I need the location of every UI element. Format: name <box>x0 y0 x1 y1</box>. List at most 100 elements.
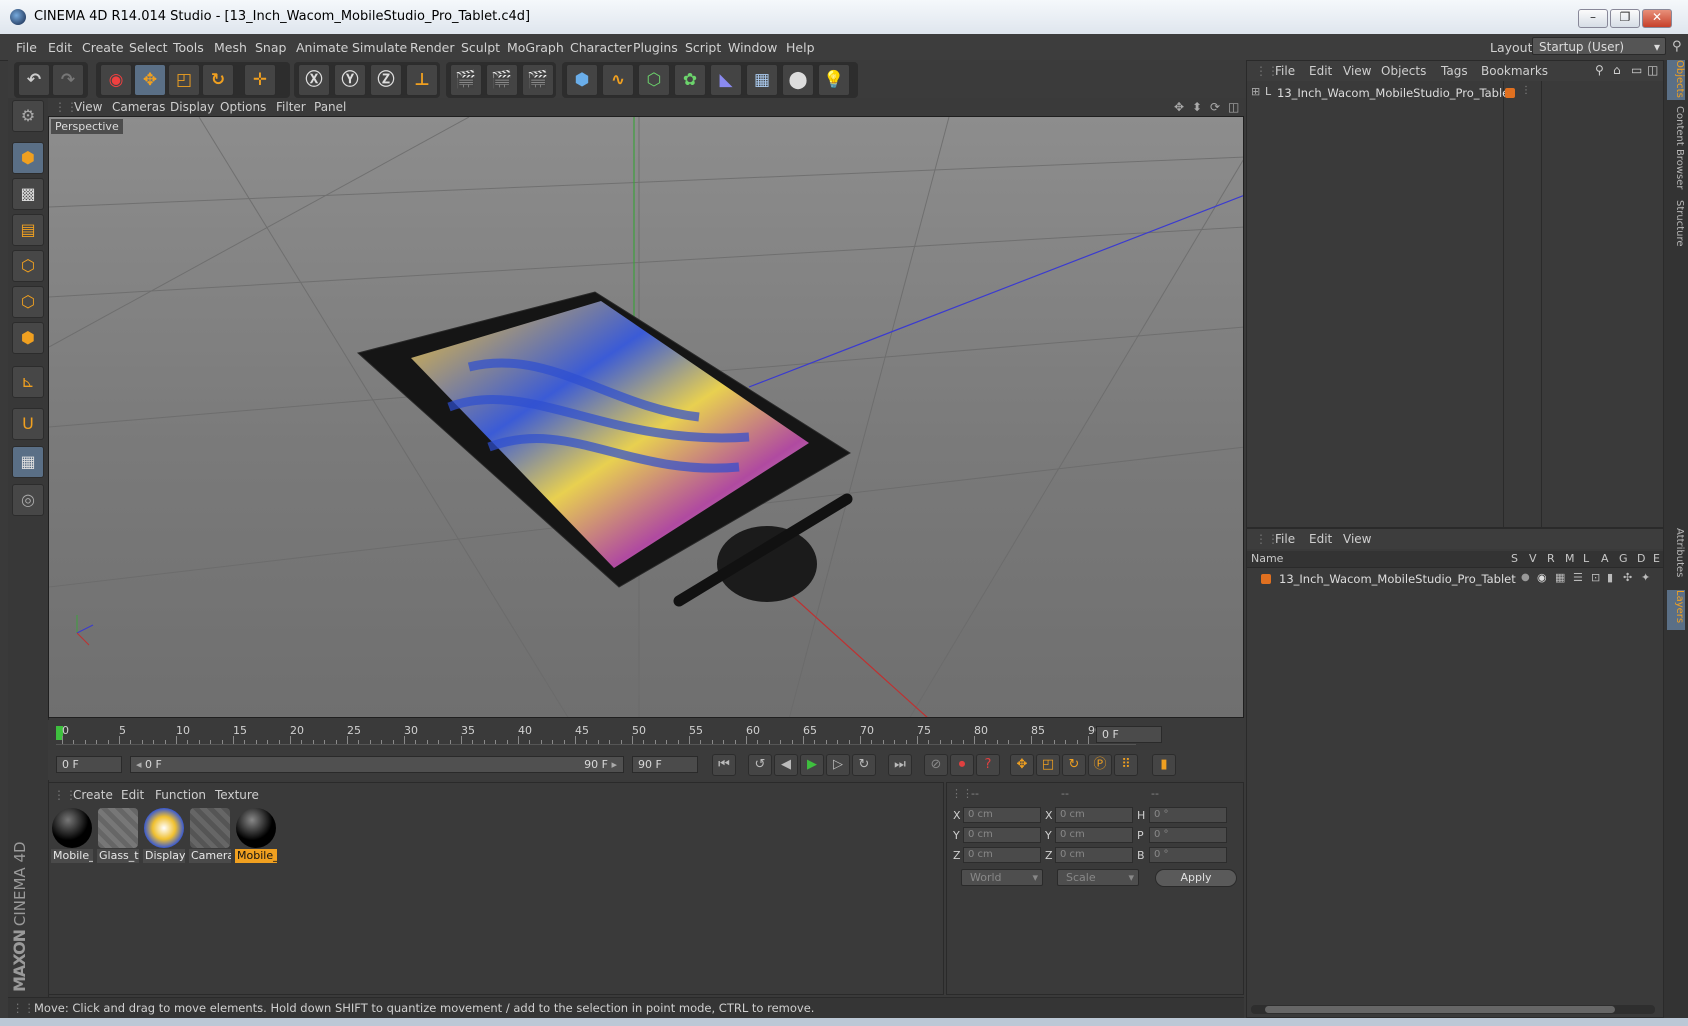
col-render[interactable]: R <box>1547 552 1555 565</box>
menu-edit[interactable]: Edit <box>48 40 72 55</box>
menu-simulate[interactable]: Simulate <box>352 40 407 55</box>
undo-button[interactable]: ↶ <box>18 64 50 96</box>
pos-x-field[interactable]: 0 cm <box>963 807 1041 823</box>
material-swatch[interactable]: Camera_ <box>189 807 231 863</box>
pos-y-field[interactable]: 0 cm <box>963 827 1041 843</box>
collapse-icon[interactable]: ▭ <box>1631 63 1642 77</box>
new-window-icon[interactable]: ◫ <box>1647 63 1658 77</box>
go-to-start-icon[interactable]: ⏮ <box>712 754 736 776</box>
close-button[interactable]: ✕ <box>1642 9 1672 28</box>
expand-icon[interactable]: ⊞ <box>1251 85 1260 98</box>
size-x-field[interactable]: 0 cm <box>1055 807 1133 823</box>
objects-menu-tags[interactable]: Tags <box>1441 64 1468 78</box>
layers-menu-edit[interactable]: Edit <box>1309 532 1332 546</box>
polygons-mode-icon[interactable]: ⬢ <box>12 322 44 354</box>
light-icon[interactable]: 💡 <box>818 64 850 96</box>
menu-select[interactable]: Select <box>129 40 168 55</box>
layer-color[interactable] <box>1261 574 1271 584</box>
rotate-tool-icon[interactable]: ↻ <box>202 64 234 96</box>
viewport-menu-filter[interactable]: Filter <box>276 100 306 114</box>
layer-row[interactable]: 13_Inch_Wacom_MobileStudio_Pro_Tablet ● … <box>1251 571 1661 587</box>
size-y-field[interactable]: 0 cm <box>1055 827 1133 843</box>
previous-key-icon[interactable]: ↺ <box>748 754 772 776</box>
material-menu-texture[interactable]: Texture <box>215 788 259 802</box>
menu-plugins[interactable]: Plugins <box>633 40 678 55</box>
tweak-mode-icon[interactable]: ◎ <box>12 484 44 516</box>
object-row[interactable]: ⊞ L 13_Inch_Wacom_MobileStudio_Pro_Table… <box>1251 85 1661 101</box>
menu-file[interactable]: File <box>16 40 37 55</box>
col-solo[interactable]: S <box>1511 552 1518 565</box>
objects-menu-objects[interactable]: Objects <box>1381 64 1426 78</box>
col-visible[interactable]: V <box>1529 552 1537 565</box>
viewport-menu-panel[interactable]: Panel <box>314 100 346 114</box>
current-frame-field[interactable]: 0 F <box>1096 726 1162 743</box>
tab-layers[interactable]: Layers <box>1667 590 1685 630</box>
col-deformers[interactable]: D <box>1637 552 1645 565</box>
texture-mode-icon[interactable]: ▩ <box>12 178 44 210</box>
record-icon[interactable]: ⏺ <box>950 754 974 776</box>
camera-icon[interactable]: ⬤ <box>782 64 814 96</box>
tab-content-browser[interactable]: Content Browser <box>1667 106 1685 192</box>
z-axis-lock-icon[interactable]: Ⓩ <box>370 64 402 96</box>
solo-toggle-icon[interactable]: ● <box>1521 572 1530 583</box>
tab-objects[interactable]: Objects <box>1667 60 1685 100</box>
deformer-toggle-icon[interactable]: ✦ <box>1641 571 1650 584</box>
menu-mesh[interactable]: Mesh <box>214 40 247 55</box>
key-scale-icon[interactable]: ◰ <box>1036 754 1060 776</box>
array-icon[interactable]: ✿ <box>674 64 706 96</box>
rot-h-field[interactable]: 0 ° <box>1149 807 1227 823</box>
layers-menu-view[interactable]: View <box>1343 532 1371 546</box>
scale-tool-icon[interactable]: ◰ <box>168 64 200 96</box>
size-mode-select[interactable]: Scale ▾ <box>1057 869 1139 886</box>
objects-menu-view[interactable]: View <box>1343 64 1371 78</box>
floor-icon[interactable]: ▦ <box>746 64 778 96</box>
search-icon[interactable]: ⚲ <box>1595 63 1604 77</box>
material-swatch[interactable]: Glass_tc <box>97 807 139 863</box>
render-settings-icon[interactable]: 🎬 <box>522 64 554 96</box>
menu-window[interactable]: Window <box>728 40 777 55</box>
menu-render[interactable]: Render <box>410 40 455 55</box>
key-parameter-icon[interactable]: Ⓟ <box>1088 754 1112 776</box>
end-frame-field[interactable]: 90 F <box>632 756 698 773</box>
col-locked[interactable]: L <box>1583 552 1589 565</box>
coordinate-space-select[interactable]: World ▾ <box>961 869 1043 886</box>
y-axis-lock-icon[interactable]: Ⓨ <box>334 64 366 96</box>
visibility-dots-icon[interactable]: ⋮ <box>1521 85 1531 96</box>
render-picture-viewer-icon[interactable]: 🎬 <box>486 64 518 96</box>
start-frame-field[interactable]: 0 F <box>56 756 122 773</box>
viewport-perspective[interactable]: Perspective <box>48 116 1244 718</box>
material-menu-create[interactable]: Create <box>73 788 113 802</box>
next-frame-icon[interactable]: ▷ <box>826 754 850 776</box>
viewport-menu-cameras[interactable]: Cameras <box>112 100 165 114</box>
material-menu-edit[interactable]: Edit <box>121 788 144 802</box>
viewport-menu-options[interactable]: Options <box>220 100 266 114</box>
redo-button[interactable]: ↷ <box>52 64 84 96</box>
rot-b-field[interactable]: 0 ° <box>1149 847 1227 863</box>
cube-icon[interactable]: ⬢ <box>566 64 598 96</box>
edges-mode-icon[interactable]: ⬡ <box>12 286 44 318</box>
col-manager[interactable]: M <box>1565 552 1575 565</box>
objects-menu-edit[interactable]: Edit <box>1309 64 1332 78</box>
frame-range-slider[interactable]: ◂ 0 F 90 F ▸ <box>130 756 624 773</box>
search-icon[interactable]: ⚲ <box>1672 39 1682 54</box>
axis-mode-icon[interactable]: ⊾ <box>12 366 44 398</box>
key-pla-icon[interactable]: ⠿ <box>1114 754 1138 776</box>
render-toggle-icon[interactable]: ▦ <box>1555 571 1565 584</box>
layer-color-tag[interactable] <box>1505 88 1515 98</box>
material-swatch-selected[interactable]: Mobile_ <box>235 807 277 863</box>
menu-sculpt[interactable]: Sculpt <box>461 40 500 55</box>
record-disabled-icon[interactable]: ⊘ <box>924 754 948 776</box>
make-editable-icon[interactable]: ⚙ <box>12 100 44 132</box>
tab-structure[interactable]: Structure <box>1667 200 1685 250</box>
animation-toggle-icon[interactable]: ▮ <box>1607 571 1613 584</box>
timeline-ruler[interactable]: 0 5 10 15 20 25 30 35 40 45 50 55 60 65 70 75 80 85 90 0 F <box>48 720 1244 750</box>
manager-toggle-icon[interactable]: ☰ <box>1573 571 1583 584</box>
generator-toggle-icon[interactable]: ✣ <box>1623 571 1632 584</box>
viewport-move-icon[interactable]: ✥ <box>1174 100 1184 114</box>
scrollbar-thumb[interactable] <box>1265 1006 1615 1013</box>
x-axis-lock-icon[interactable]: Ⓧ <box>298 64 330 96</box>
move-tool-icon[interactable]: ✥ <box>134 64 166 96</box>
viewport-zoom-icon[interactable]: ⬍ <box>1192 100 1202 114</box>
maximize-button[interactable]: ❐ <box>1610 9 1640 28</box>
timeline-window-icon[interactable]: ▮ <box>1152 754 1176 776</box>
